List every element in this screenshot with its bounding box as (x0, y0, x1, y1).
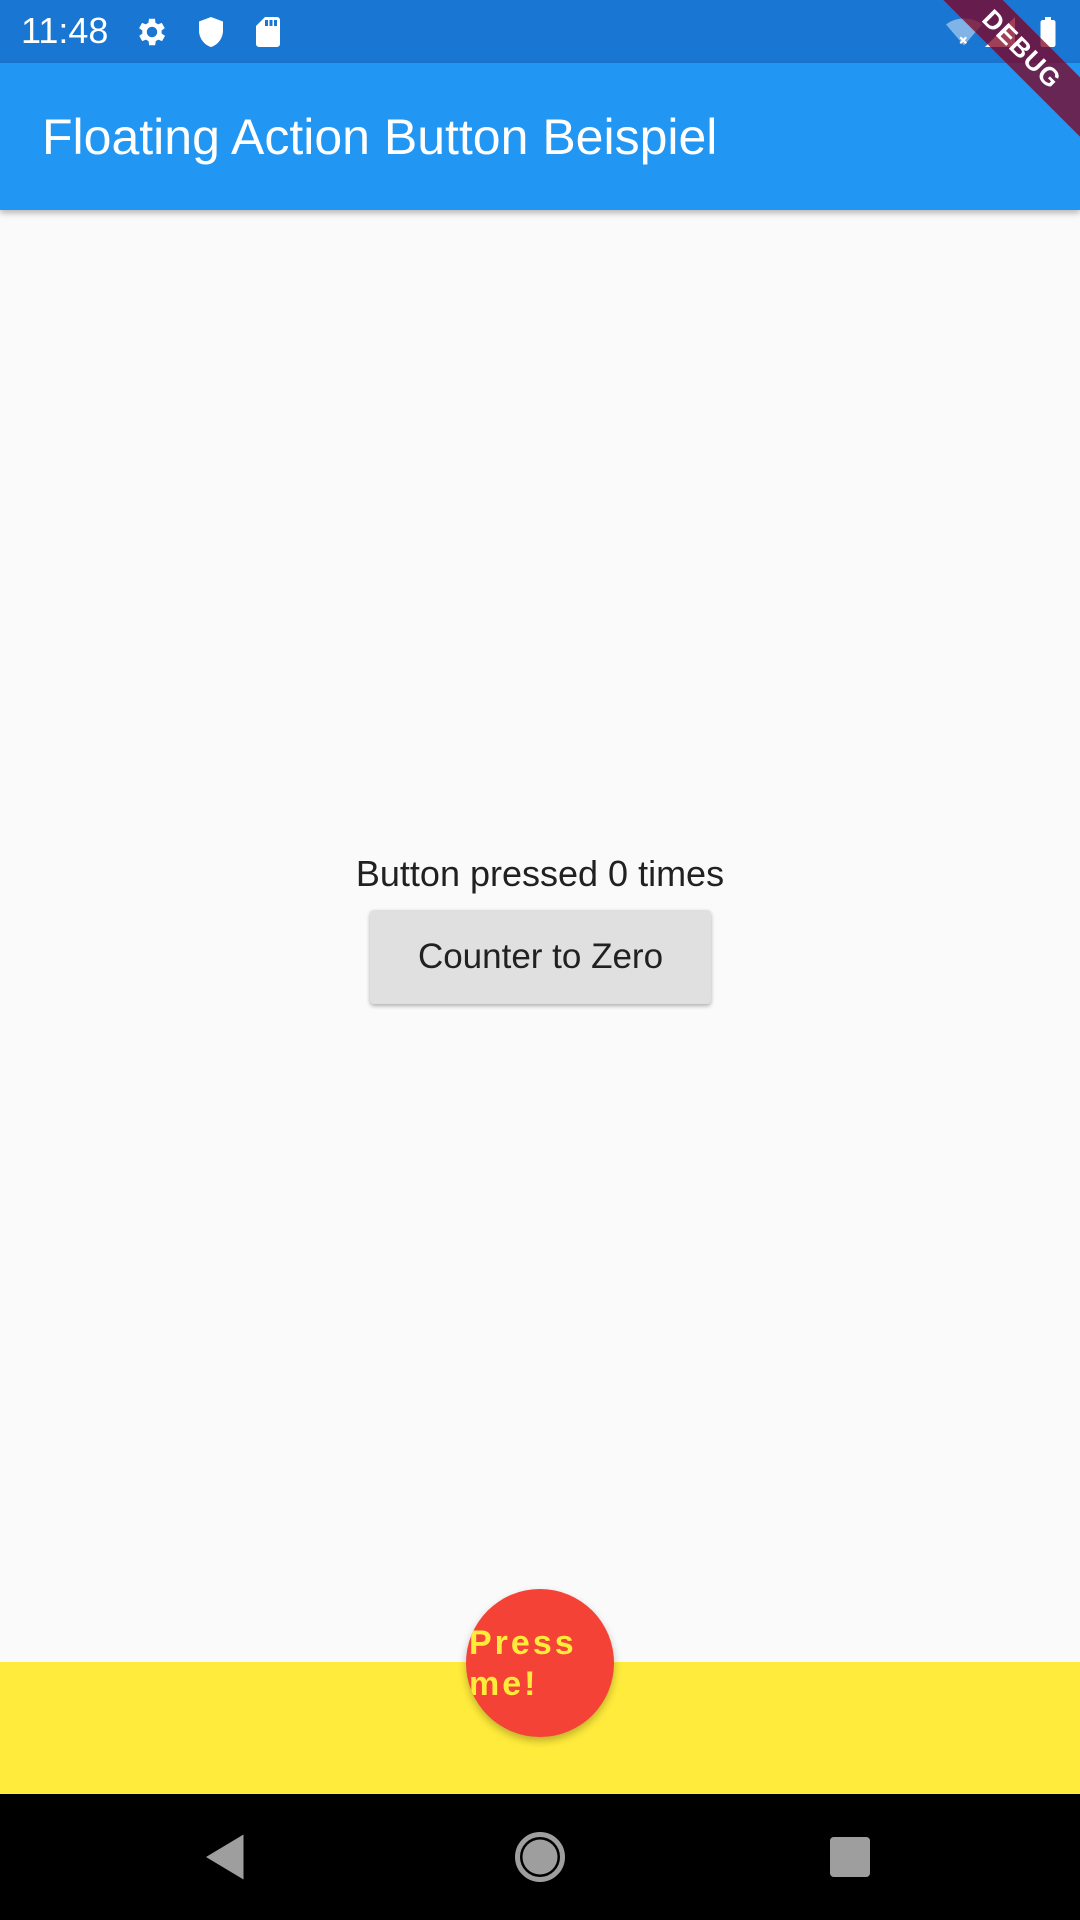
shield-icon (193, 14, 229, 50)
counter-text: Button pressed 0 times (355, 853, 725, 894)
fab-label: Press me! (469, 1624, 577, 1703)
recents-icon[interactable] (820, 1827, 880, 1887)
status-bar: 11:48 (0, 0, 1080, 63)
page-title: Floating Action Button Beispiel (42, 109, 718, 165)
status-time: 11:48 (21, 10, 109, 51)
navigation-bar (0, 1794, 1080, 1920)
counter-to-zero-button[interactable]: Counter to Zero (370, 910, 711, 1004)
back-icon[interactable] (196, 1827, 256, 1887)
home-icon[interactable] (510, 1827, 570, 1887)
sd-card-icon (250, 14, 286, 50)
floating-action-button[interactable]: Press me! (466, 1589, 614, 1737)
settings-icon (134, 14, 170, 50)
app-bar: Floating Action Button Beispiel (0, 63, 1080, 210)
